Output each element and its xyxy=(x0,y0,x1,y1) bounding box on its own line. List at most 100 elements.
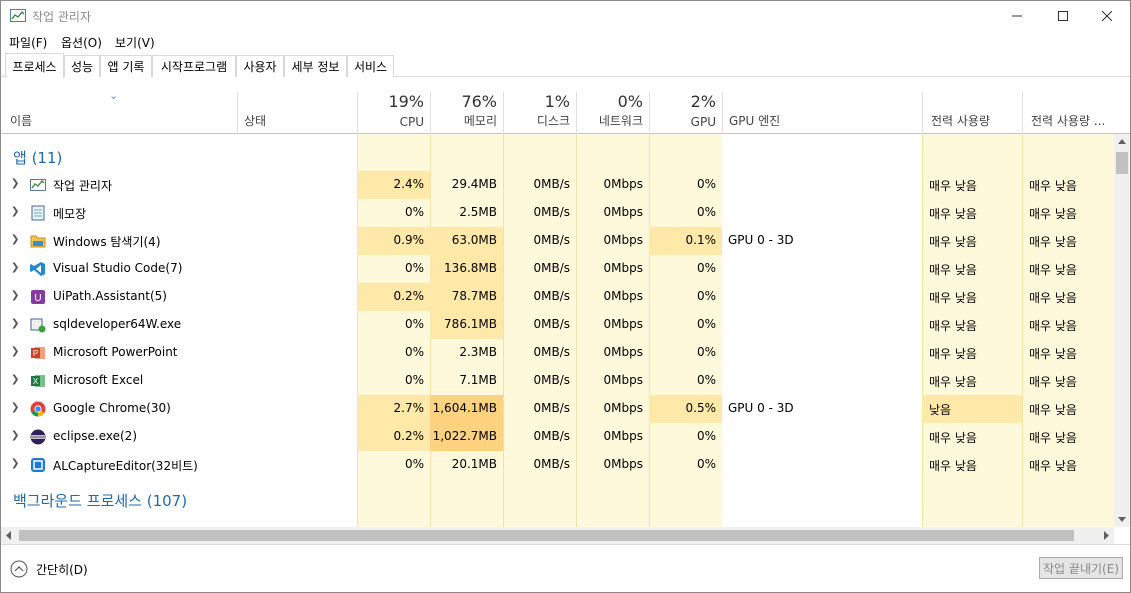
cpu-cell: 2.4% xyxy=(357,171,430,199)
disk-cell: 0MB/s xyxy=(533,205,570,219)
expand-chevron-icon[interactable]: ❯ xyxy=(11,346,19,357)
process-row[interactable]: ❯ P Microsoft PowerPoint 0% 2.3MB 0MB/s 0Mbps 0… xyxy=(1,339,1114,367)
menu-options[interactable]: 옵션(O) xyxy=(61,34,102,51)
network-cell: 0Mbps xyxy=(603,401,643,415)
tab-users[interactable]: 사용자 xyxy=(236,55,284,77)
task-manager-window: 작업 관리자 파일(F) 옵션(O) 보기(V) 프로세스 성능 앱 기록 시작… xyxy=(0,0,1131,593)
column-header-status[interactable]: 상태 xyxy=(237,92,357,134)
gpu-engine-cell xyxy=(722,339,922,367)
column-header-power-usage[interactable]: 전력 사용량 xyxy=(922,92,1022,134)
cpu-cell: 0% xyxy=(404,317,424,331)
column-header-gpu-engine[interactable]: GPU 엔진 xyxy=(722,92,922,134)
power-trend-cell: 매우 낮음 xyxy=(1029,291,1077,305)
memory-cell: 20.1MB xyxy=(451,457,497,471)
process-name: 메모장 xyxy=(53,207,87,221)
task-manager-app-icon xyxy=(10,9,26,22)
expand-chevron-icon[interactable]: ❯ xyxy=(11,262,19,273)
expand-chevron-icon[interactable]: ❯ xyxy=(11,430,19,441)
sort-chevron-icon: ⌄ xyxy=(109,89,119,102)
process-row[interactable]: ❯ ALCaptureEditor(32비트) 0% 20.1MB 0MB/s 0Mbps… xyxy=(1,451,1114,479)
end-task-button[interactable]: 작업 끝내기(E) xyxy=(1039,557,1123,579)
close-button[interactable] xyxy=(1084,1,1130,31)
tab-startup[interactable]: 시작프로그램 xyxy=(152,55,236,77)
column-header-disk[interactable]: 1% 디스크 xyxy=(503,92,576,134)
process-row[interactable]: ❯ 작업 관리자 2.4% 29.4MB 0MB/s 0Mbps 0% 매우 낮음 매우 낮음 xyxy=(1,171,1114,199)
process-row[interactable]: ❯ X Microsoft Excel 0% 7.1MB 0MB/s 0Mbps 0% 매우 낮… xyxy=(1,367,1114,395)
expand-chevron-icon[interactable]: ❯ xyxy=(11,374,19,385)
power-usage-cell: 매우 낮음 xyxy=(929,207,977,221)
group-background-processes[interactable]: 백그라운드 프로세스 (107) xyxy=(1,482,1114,518)
disk-cell: 0MB/s xyxy=(533,457,570,471)
process-name: Windows 탐색기(4) xyxy=(53,235,161,249)
tab-app-history[interactable]: 앱 기록 xyxy=(100,55,152,77)
process-name: sqldeveloper64W.exe xyxy=(53,317,182,331)
network-cell: 0Mbps xyxy=(603,205,643,219)
group-apps[interactable]: 앱 (11) xyxy=(1,139,1114,175)
fewer-details-button[interactable]: 간단히(D) xyxy=(10,560,88,578)
memory-cell: 63.0MB xyxy=(430,227,503,255)
horizontal-scrollbar[interactable] xyxy=(1,527,1114,544)
process-row[interactable]: ❯ eclipse.exe(2) 0.2% 1,022.7MB 0MB/s 0Mbps 0%… xyxy=(1,423,1114,451)
scroll-down-icon xyxy=(1118,517,1126,522)
gpu-engine-cell xyxy=(722,283,922,311)
process-row[interactable]: ❯ 메모장 0% 2.5MB 0MB/s 0Mbps 0% 매우 낮음 매우 낮음 xyxy=(1,199,1114,227)
power-usage-cell: 매우 낮음 xyxy=(929,179,977,193)
memory-cell: 2.5MB xyxy=(459,205,497,219)
column-header-power-trend[interactable]: 전력 사용량 ... xyxy=(1022,92,1130,134)
expand-chevron-icon[interactable]: ❯ xyxy=(11,234,19,245)
gpu-engine-cell xyxy=(722,311,922,339)
cpu-cell: 0% xyxy=(404,345,424,359)
power-trend-cell: 매우 낮음 xyxy=(1029,235,1077,249)
cpu-cell: 0.2% xyxy=(357,423,430,451)
scroll-up-icon xyxy=(1118,139,1126,144)
gpu-engine-cell xyxy=(722,451,922,479)
tab-details[interactable]: 세부 정보 xyxy=(284,55,347,77)
column-header-cpu[interactable]: 19% CPU xyxy=(357,92,430,134)
gpu-engine-cell xyxy=(722,171,922,199)
gpu-cell: 0% xyxy=(696,289,716,303)
column-header-name[interactable]: ⌄ 이름 xyxy=(1,89,237,134)
tab-processes[interactable]: 프로세스 xyxy=(5,53,64,78)
process-name: eclipse.exe(2) xyxy=(53,429,137,443)
menu-file[interactable]: 파일(F) xyxy=(9,34,47,51)
column-header-gpu[interactable]: 2% GPU xyxy=(649,92,722,134)
gpu-cell: 0% xyxy=(696,345,716,359)
expand-chevron-icon[interactable]: ❯ xyxy=(11,290,19,301)
power-trend-cell: 매우 낮음 xyxy=(1029,403,1077,417)
gpu-engine-cell: GPU 0 - 3D xyxy=(728,401,794,415)
column-header-memory[interactable]: 76% 메모리 xyxy=(430,92,503,134)
menu-view[interactable]: 보기(V) xyxy=(115,34,155,51)
network-cell: 0Mbps xyxy=(603,317,643,331)
gpu-cell: 0% xyxy=(696,429,716,443)
title-bar: 작업 관리자 xyxy=(1,1,1130,31)
network-cell: 0Mbps xyxy=(603,261,643,275)
expand-chevron-icon[interactable]: ❯ xyxy=(11,206,19,217)
expand-chevron-icon[interactable]: ❯ xyxy=(11,402,19,413)
tab-performance[interactable]: 성능 xyxy=(64,55,100,77)
gpu-cell: 0.5% xyxy=(649,395,722,423)
gpu-engine-cell xyxy=(722,255,922,283)
cpu-cell: 0% xyxy=(404,457,424,471)
gpu-engine-cell xyxy=(722,199,922,227)
process-row[interactable]: ❯ sqldeveloper64W.exe 0% 786.1MB 0MB/s 0Mbps 0… xyxy=(1,311,1114,339)
process-row[interactable]: ❯ U UiPath.Assistant(5) 0.2% 78.7MB 0MB/s 0Mbp… xyxy=(1,283,1114,311)
disk-cell: 0MB/s xyxy=(533,317,570,331)
maximize-button[interactable] xyxy=(1040,1,1086,31)
footer-bar: 간단히(D) 작업 끝내기(E) xyxy=(1,544,1130,592)
power-usage-cell: 매우 낮음 xyxy=(929,291,977,305)
column-header-network[interactable]: 0% 네트워크 xyxy=(576,92,649,134)
fewer-details-label: 간단히(D) xyxy=(36,562,88,577)
process-row[interactable]: ❯ Google Chrome(30) 2.7% 1,604.1MB 0MB/s 0Mbp… xyxy=(1,395,1114,423)
task-manager-icon xyxy=(30,177,46,193)
power-usage-cell: 매우 낮음 xyxy=(929,347,977,361)
process-row[interactable]: ❯ Windows 탐색기(4) 0.9% 63.0MB 0MB/s 0Mbps 0.1% G… xyxy=(1,227,1114,255)
expand-chevron-icon[interactable]: ❯ xyxy=(11,178,19,189)
tab-services[interactable]: 서비스 xyxy=(347,55,394,77)
expand-chevron-icon[interactable]: ❯ xyxy=(11,458,19,469)
process-row[interactable]: ❯ Visual Studio Code(7) 0% 136.8MB 0MB/s 0Mbp… xyxy=(1,255,1114,283)
minimize-button[interactable] xyxy=(994,1,1040,31)
expand-chevron-icon[interactable]: ❯ xyxy=(11,318,19,329)
vertical-scrollbar[interactable] xyxy=(1114,134,1130,527)
group-background-title: 백그라운드 프로세스 (107) xyxy=(13,492,188,510)
gpu-engine-cell: GPU 0 - 3D xyxy=(728,233,794,247)
